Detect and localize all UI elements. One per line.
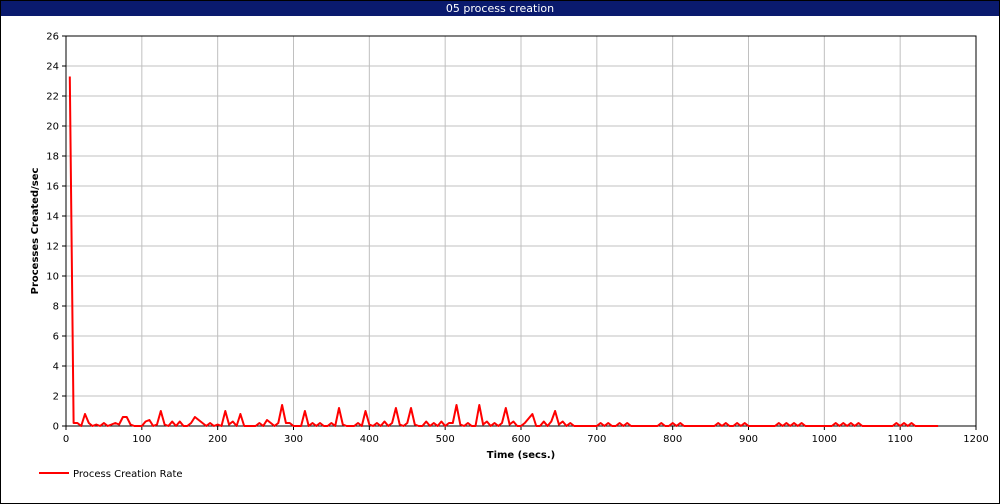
y-tick-label: 22	[46, 92, 59, 103]
y-axis-title: Processes Created/sec	[30, 168, 41, 295]
x-tick-label: 700	[587, 434, 606, 445]
x-tick-label: 600	[511, 434, 530, 445]
y-tick-label: 18	[46, 152, 59, 163]
y-tick-label: 4	[53, 362, 59, 373]
x-tick-label: 0	[63, 434, 69, 445]
y-tick-label: 6	[53, 332, 59, 343]
y-axis-ticks: 02468101214161820222426	[46, 32, 66, 433]
y-tick-label: 12	[46, 242, 59, 253]
x-tick-label: 400	[360, 434, 379, 445]
x-tick-label: 100	[132, 434, 151, 445]
legend: Process Creation Rate	[39, 469, 183, 480]
y-tick-label: 20	[46, 122, 59, 133]
legend-label: Process Creation Rate	[73, 469, 183, 480]
x-tick-label: 900	[739, 434, 758, 445]
x-tick-label: 800	[663, 434, 682, 445]
x-tick-label: 1200	[963, 434, 988, 445]
y-tick-label: 16	[46, 182, 59, 193]
grid-lines	[65, 35, 977, 427]
y-tick-label: 8	[53, 302, 59, 313]
x-axis-title: Time (secs.)	[487, 450, 556, 461]
window-title: 05 process creation	[1, 1, 999, 16]
x-tick-label: 200	[208, 434, 227, 445]
x-axis-ticks: 0 100 200 300 400 500 600 700 800 900 1000 1100 1200	[63, 426, 989, 445]
y-tick-label: 2	[53, 392, 59, 403]
chart-canvas: 02468101214161820222426 0 100 200 300 400 500…	[30, 32, 989, 481]
y-tick-label: 14	[46, 212, 59, 223]
y-tick-label: 26	[46, 32, 59, 43]
x-tick-label: 500	[436, 434, 455, 445]
series-layer	[68, 76, 939, 427]
y-tick-label: 10	[46, 272, 59, 283]
y-tick-label: 24	[46, 62, 59, 73]
chart-window: 05 process creation 0 2 4 6 8 10 12 14 16 18 20 22 2…	[0, 0, 1000, 504]
y-tick-label: 0	[53, 422, 59, 433]
x-tick-label: 1100	[887, 434, 912, 445]
series-line-process-creation-rate	[68, 76, 939, 427]
x-tick-label: 300	[284, 434, 303, 445]
x-tick-label: 1000	[812, 434, 837, 445]
